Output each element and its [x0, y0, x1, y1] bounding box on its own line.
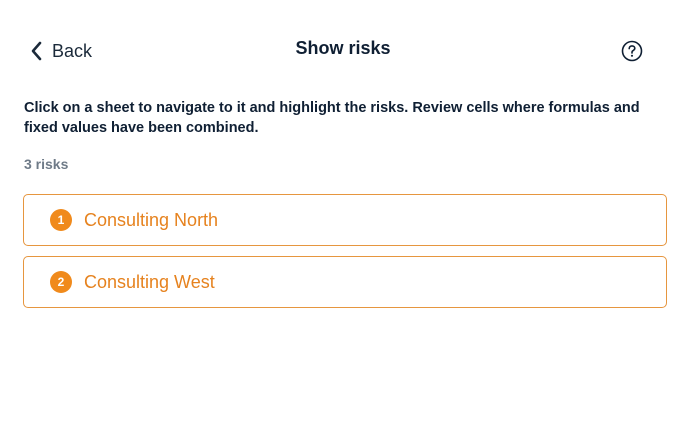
risk-sheet-label: Consulting North — [84, 209, 219, 230]
header-bar: Back Show risks — [0, 0, 686, 100]
help-button[interactable] — [621, 40, 643, 62]
risk-sheet-label: Consulting West — [84, 271, 215, 292]
risk-count: 3 risks — [24, 156, 69, 172]
page-title: Show risks — [295, 38, 391, 58]
risk-item-consulting-west[interactable]: 2 Consulting West — [23, 256, 667, 308]
risk-item-consulting-north[interactable]: 1 Consulting North — [23, 194, 667, 246]
question-circle-icon — [621, 40, 643, 62]
instructions-text: Click on a sheet to navigate to it and h… — [24, 100, 640, 136]
risk-list: 1 Consulting North 2 Consulting West — [23, 194, 667, 318]
risk-number-badge: 2 — [50, 271, 72, 293]
risk-number-badge: 1 — [50, 209, 72, 231]
